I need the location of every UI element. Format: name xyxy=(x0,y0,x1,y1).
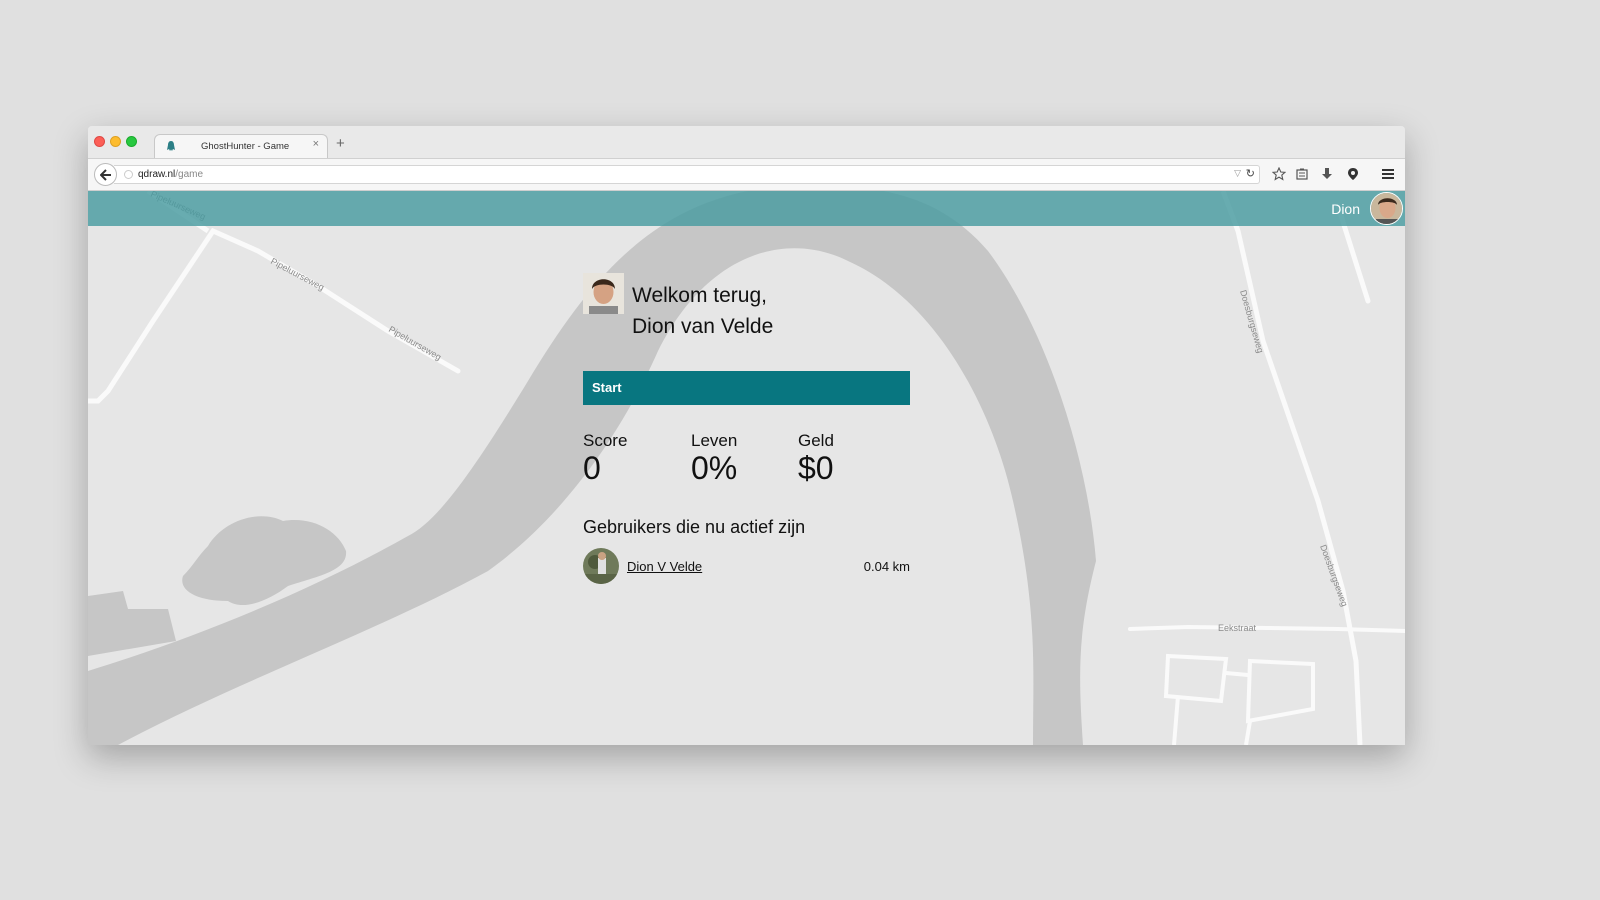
header-avatar[interactable] xyxy=(1370,192,1403,225)
minimize-window-button[interactable] xyxy=(110,136,121,147)
active-user-distance: 0.04 km xyxy=(863,559,910,574)
back-button[interactable] xyxy=(94,163,117,186)
start-button[interactable]: Start xyxy=(583,371,910,405)
back-arrow-icon xyxy=(99,168,111,181)
url-path: /game xyxy=(175,169,204,180)
stat-value: $0 xyxy=(798,450,834,486)
active-users-heading: Gebruikers die nu actief zijn xyxy=(583,517,806,537)
stat-leven: Leven 0% xyxy=(691,431,737,485)
page-viewport: Pipeluurseweg Pipeluurseweg Pipeluursewe… xyxy=(88,191,1405,745)
url-text: qdraw.nl/game xyxy=(138,169,203,180)
street-label: Eekstraat xyxy=(1218,623,1257,633)
url-history-dropdown-icon[interactable]: ▽ xyxy=(1234,168,1241,179)
welcome-greeting: Welkom terug, xyxy=(632,284,767,307)
tab-ghosthunter-game[interactable]: GhostHunter - Game × xyxy=(154,134,328,158)
tab-strip: GhostHunter - Game × + xyxy=(88,126,1405,158)
stat-value: 0 xyxy=(583,450,601,486)
browser-window: GhostHunter - Game × + qdraw.nl/game ▽ ↻ xyxy=(88,126,1405,745)
reading-list-icon[interactable] xyxy=(1294,166,1310,182)
new-tab-button[interactable]: + xyxy=(336,135,345,152)
tab-title: GhostHunter - Game xyxy=(201,141,290,152)
url-host: qdraw.nl xyxy=(138,169,176,180)
stat-geld: Geld $0 xyxy=(798,431,834,485)
app-header: Dion xyxy=(88,191,1405,226)
download-icon[interactable] xyxy=(1319,166,1335,182)
navigation-bar: qdraw.nl/game ▽ ↻ xyxy=(88,158,1405,191)
background-map[interactable]: Pipeluurseweg Pipeluurseweg Pipeluursewe… xyxy=(88,191,1405,745)
active-user-link[interactable]: Dion V Velde xyxy=(627,559,702,574)
ghost-favicon-icon xyxy=(167,141,175,151)
stat-score: Score 0 xyxy=(583,431,627,485)
header-user-name[interactable]: Dion xyxy=(1331,201,1360,217)
address-bar[interactable]: qdraw.nl/game ▽ ↻ xyxy=(114,165,1260,184)
zoom-window-button[interactable] xyxy=(126,136,137,147)
active-user-avatar[interactable] xyxy=(583,548,619,584)
hamburger-menu-icon[interactable] xyxy=(1380,166,1396,182)
bookmark-star-icon[interactable] xyxy=(1271,166,1287,182)
stat-label: Leven xyxy=(691,431,738,450)
tab-close-icon[interactable]: × xyxy=(313,138,319,150)
extension-shield-icon[interactable] xyxy=(1345,166,1361,182)
close-window-button[interactable] xyxy=(94,136,105,147)
reload-icon[interactable]: ↻ xyxy=(1246,167,1255,180)
site-info-icon[interactable] xyxy=(124,170,133,179)
welcome-avatar xyxy=(583,273,624,314)
stat-label: Score xyxy=(583,431,628,450)
welcome-user-name: Dion van Velde xyxy=(632,315,774,338)
stat-label: Geld xyxy=(798,431,834,450)
list-item: Dion V Velde 0.04 km xyxy=(583,548,910,584)
stat-value: 0% xyxy=(691,450,738,486)
